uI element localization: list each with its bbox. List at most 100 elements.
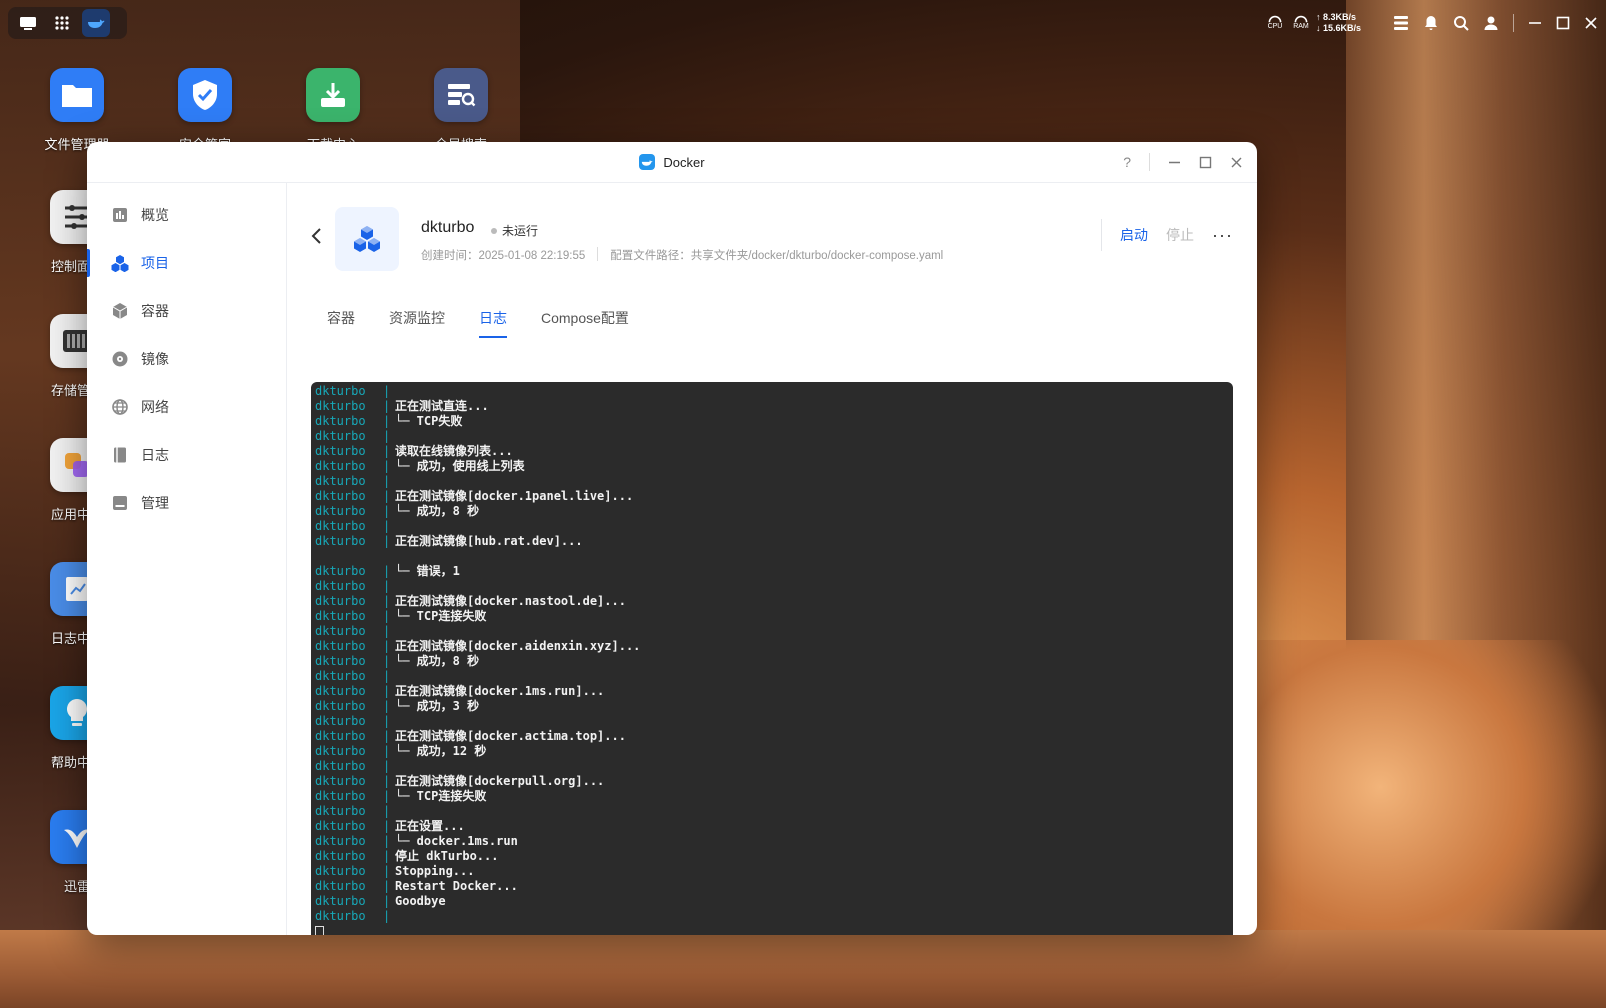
tab-3[interactable]: Compose配置	[541, 308, 629, 336]
docker-taskbar-button[interactable]	[82, 9, 110, 37]
log-separator: |	[383, 729, 391, 743]
log-prefix: dkturbo	[315, 624, 366, 638]
sidebar-item-image[interactable]: 镜像	[87, 335, 286, 383]
log-text: └─ 成功，8 秒	[395, 504, 480, 518]
start-button[interactable]: 启动	[1120, 225, 1148, 245]
log-line: dkturbo | 正在测试直连...	[311, 399, 1233, 414]
image-icon	[112, 351, 128, 367]
show-desktop-button[interactable]	[14, 9, 42, 37]
log-line: dkturbo | 正在测试镜像[hub.rat.dev]...	[311, 534, 1233, 549]
log-prefix: dkturbo	[315, 594, 366, 608]
download-speed: ↓ 15.6KB/s	[1315, 23, 1361, 33]
sidebar-item-overview[interactable]: 概览	[87, 191, 286, 239]
log-console[interactable]: dkturbo | dkturbo | 正在测试直连... dkturbo | └─ TCP失…	[311, 382, 1233, 935]
log-separator: |	[383, 564, 391, 578]
tray-divider	[1513, 14, 1514, 32]
log-prefix: dkturbo	[315, 864, 366, 878]
log-line: dkturbo |	[311, 474, 1233, 489]
log-separator: |	[383, 894, 391, 908]
log-prefix: dkturbo	[315, 789, 366, 803]
tab-1[interactable]: 资源监控	[389, 308, 445, 336]
log-line: dkturbo | 正在测试镜像[docker.nastool.de]...	[311, 594, 1233, 609]
log-text: Goodbye	[395, 894, 446, 908]
log-text: 正在测试镜像[docker.aidenxin.xyz]...	[395, 639, 641, 653]
taskbar-left	[8, 7, 127, 39]
log-line: dkturbo |	[311, 429, 1233, 444]
help-button[interactable]: ?	[1123, 154, 1131, 170]
log-line: dkturbo | 正在测试镜像[docker.actima.top]...	[311, 729, 1233, 744]
tab-bar: 容器 资源监控 日志 Compose配置	[327, 308, 663, 338]
sidebar-item-container[interactable]: 容器	[87, 287, 286, 335]
log-separator: |	[383, 849, 391, 863]
log-text: 正在设置...	[395, 819, 465, 833]
ram-gauge: RAM	[1290, 15, 1312, 31]
log-separator: |	[383, 789, 391, 803]
log-text: 正在测试镜像[docker.actima.top]...	[395, 729, 626, 743]
app-grid-button[interactable]	[48, 9, 76, 37]
resource-monitor[interactable]: CPU RAM ↑ 8.3KB/s ↓ 15.6KB/s	[1264, 12, 1361, 34]
folder-icon	[50, 68, 104, 122]
maximize-icon[interactable]	[1199, 156, 1212, 169]
user-icon[interactable]	[1483, 15, 1499, 31]
close-icon[interactable]	[1584, 16, 1598, 30]
sidebar-item-project[interactable]: 项目	[87, 239, 286, 287]
log-text: 正在测试镜像[hub.rat.dev]...	[395, 534, 583, 548]
log-prefix: dkturbo	[315, 429, 366, 443]
log-line: dkturbo |	[311, 804, 1233, 819]
created-time: 创建时间：2025-01-08 22:19:55	[421, 250, 586, 262]
log-prefix: dkturbo	[315, 564, 366, 578]
log-line: dkturbo |	[311, 714, 1233, 729]
log-text: 正在测试直连...	[395, 399, 489, 413]
stop-button[interactable]: 停止	[1166, 225, 1194, 245]
tab-0[interactable]: 容器	[327, 308, 355, 336]
desktop-icon-search-server[interactable]: 全局搜索	[396, 68, 526, 153]
bell-icon[interactable]	[1423, 15, 1439, 31]
tab-2[interactable]: 日志	[479, 308, 507, 338]
taskbar-right: CPU RAM ↑ 8.3KB/s ↓ 15.6KB/s	[1264, 8, 1598, 38]
close-icon[interactable]	[1230, 156, 1243, 169]
more-button[interactable]: ···	[1212, 225, 1233, 246]
window-titlebar[interactable]: Docker ?	[87, 142, 1257, 183]
log-separator: |	[383, 699, 391, 713]
log-separator: |	[383, 474, 391, 488]
log-text: └─ TCP失败	[395, 414, 463, 428]
sidebar-item-network[interactable]: 网络	[87, 383, 286, 431]
search-icon[interactable]	[1453, 15, 1469, 31]
log-line: dkturbo | Stopping...	[311, 864, 1233, 879]
log-text: 正在测试镜像[docker.nastool.de]...	[395, 594, 626, 608]
log-text: └─ 成功，12 秒	[395, 744, 487, 758]
log-line: dkturbo | 停止 dkTurbo...	[311, 849, 1233, 864]
sidebar-item-log[interactable]: 日志	[87, 431, 286, 479]
maximize-icon[interactable]	[1556, 16, 1570, 30]
log-line: dkturbo | └─ docker.1ms.run	[311, 834, 1233, 849]
log-text: 正在测试镜像[dockerpull.org]...	[395, 774, 605, 788]
log-text: └─ 错误，1	[395, 564, 460, 578]
log-line: dkturbo | └─ TCP连接失败	[311, 789, 1233, 804]
minimize-icon[interactable]	[1528, 16, 1542, 30]
log-prefix: dkturbo	[315, 384, 366, 398]
meta-divider	[597, 247, 599, 261]
cubes-icon	[354, 226, 380, 252]
log-separator: |	[383, 834, 391, 848]
controls-divider	[1149, 153, 1150, 171]
desktop-icon-folder[interactable]: 文件管理器	[12, 68, 142, 153]
sidebar-item-label: 镜像	[141, 351, 169, 367]
docker-icon	[639, 154, 656, 170]
log-text: └─ TCP连接失败	[395, 609, 487, 623]
minimize-icon[interactable]	[1168, 156, 1181, 169]
desktop-icon-download[interactable]: 下载中心	[268, 68, 398, 153]
log-separator: |	[383, 519, 391, 533]
log-prefix: dkturbo	[315, 414, 366, 428]
desktop-icon-shield[interactable]: 安全管家	[140, 68, 270, 153]
widgets-icon[interactable]	[1393, 15, 1409, 31]
sidebar-item-manage[interactable]: 管理	[87, 479, 286, 527]
status-badge: 未运行	[491, 222, 538, 239]
download-icon	[306, 68, 360, 122]
log-separator: |	[383, 864, 391, 878]
log-text: Stopping...	[395, 864, 475, 878]
window-controls: ?	[1123, 142, 1243, 182]
log-separator: |	[383, 459, 391, 473]
log-text: 正在测试镜像[docker.1panel.live]...	[395, 489, 634, 503]
back-icon[interactable]	[311, 227, 323, 245]
log-prefix: dkturbo	[315, 444, 366, 458]
